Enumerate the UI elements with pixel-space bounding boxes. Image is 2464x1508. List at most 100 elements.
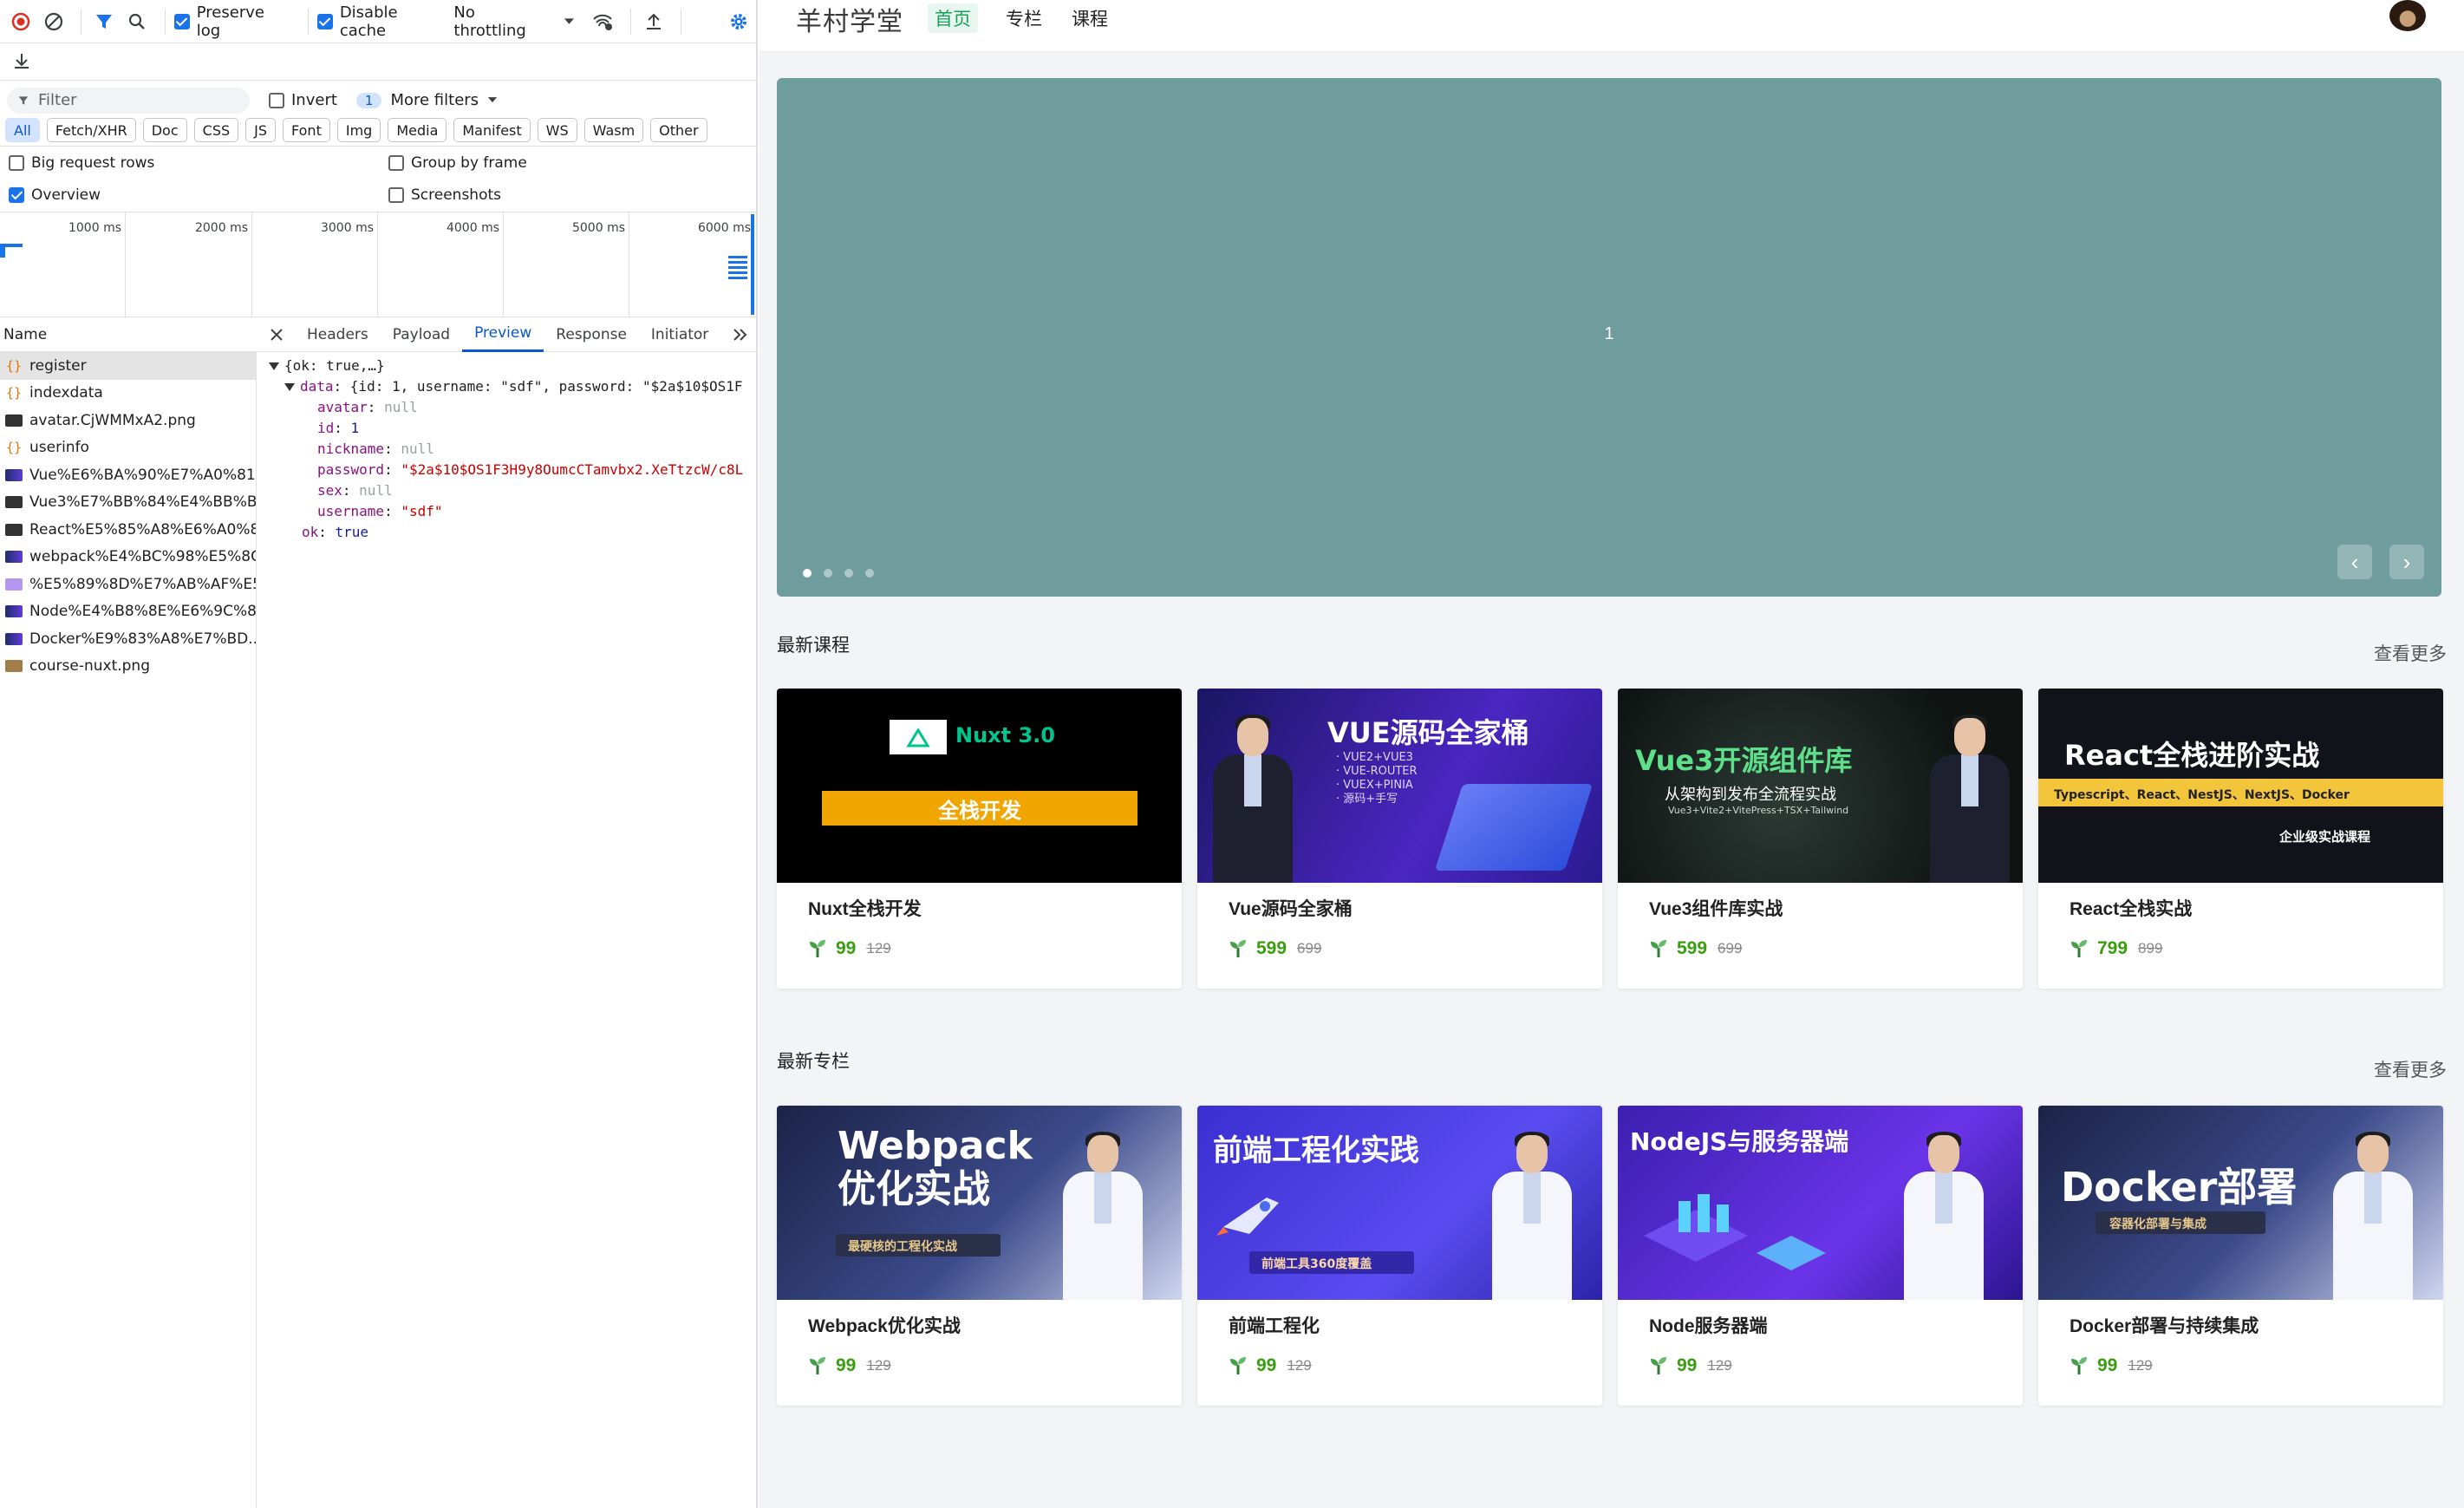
screenshots-checkbox[interactable]: Screenshots [388,186,501,204]
course-card[interactable]: React全栈进阶实战 Typescript、React、NestJS、Next… [2038,689,2443,989]
price-row: 99 129 [1649,1355,1732,1376]
network-toolbar: Preserve log Disable cache No throttling [0,0,758,43]
rocket-icon [1215,1189,1289,1237]
price-row: 99 129 [808,938,891,959]
sprout-icon [810,1357,825,1374]
user-avatar[interactable] [2389,0,2426,31]
request-row[interactable]: {} register [0,352,256,380]
filter-placeholder: Filter [38,91,77,109]
export-har-icon[interactable] [7,46,36,75]
carousel-next-button[interactable]: › [2389,545,2424,579]
request-row[interactable]: avatar.CjWMMxA2.png [0,407,256,434]
clear-icon[interactable] [40,7,68,36]
nav-courses[interactable]: 课程 [1065,3,1115,33]
disable-cache-checkbox[interactable]: Disable cache [316,3,440,40]
request-row[interactable]: Vue3%E7%BB%84%E4%BB%B... [0,489,256,517]
timeline-bar [0,247,5,258]
checkbox-unchecked-icon [269,92,284,108]
column-cover-image: Webpack 优化实战 最硬核的工程化实战 [777,1106,1182,1300]
preview-root[interactable]: {ok: true,…} [260,356,758,376]
type-filter-css[interactable]: CSS [193,118,239,142]
course-card[interactable]: VUE源码全家桶 · VUE2+VUE3 · VUE-ROUTER · VUEX… [1197,689,1602,989]
sprout-icon [810,940,825,957]
name-column-header[interactable]: Name [3,326,47,343]
checkbox-unchecked-icon [9,154,24,171]
request-row[interactable]: webpack%E4%BC%98%E5%8C... [0,544,256,571]
type-filter-js[interactable]: JS [245,118,276,142]
tab-initiator[interactable]: Initiator [639,317,720,352]
tab-preview[interactable]: Preview [462,317,544,352]
request-row[interactable]: {} indexdata [0,380,256,408]
site-logo[interactable]: 羊村学堂 [796,0,903,38]
carousel-dot[interactable] [824,569,832,578]
column-card[interactable]: NodeJS与服务器端 Node服务器端 99 129 [1618,1106,2023,1406]
group-by-frame-checkbox[interactable]: Group by frame [388,154,527,172]
type-filter-font[interactable]: Font [283,118,330,142]
carousel-dot[interactable] [865,569,874,578]
tab-response[interactable]: Response [544,317,639,352]
settings-gear-icon[interactable] [725,7,753,36]
request-row[interactable]: Vue%E6%BA%90%E7%A0%81... [0,461,256,489]
type-filter-fetch-xhr[interactable]: Fetch/XHR [46,118,136,142]
preview-field: nickname: null [317,441,434,457]
cover-banner: 全栈开发 [822,791,1137,826]
type-filter-media[interactable]: Media [388,118,447,142]
nav-columns[interactable]: 专栏 [999,3,1049,33]
instructor-illustration [1930,715,2010,883]
request-row[interactable]: {} userinfo [0,434,256,462]
carousel-prev-button[interactable]: ‹ [2337,545,2372,579]
more-tabs-chevron-icon[interactable] [720,317,760,352]
import-har-icon[interactable] [640,7,668,36]
invert-checkbox[interactable]: Invert [269,91,337,109]
column-card[interactable]: 前端工程化实践 前端工具360度覆盖 前端工程化 99 129 [1197,1106,1602,1406]
preview-data-node[interactable]: data: {id: 1, username: "sdf", password:… [260,376,758,397]
type-filter-wasm[interactable]: Wasm [583,118,644,142]
nav-home[interactable]: 首页 [928,3,978,33]
sprout-icon [2071,940,2087,957]
column-card[interactable]: Docker部署 容器化部署与集成 Docker部署与持续集成 99 129 [2038,1106,2443,1406]
overview-timeline[interactable]: 1000 ms 2000 ms 3000 ms 4000 ms 5000 ms … [0,212,758,317]
preserve-log-checkbox[interactable]: Preserve log [173,3,285,40]
request-row[interactable]: React%E5%85%A8%E6%A0%8... [0,516,256,544]
options-row-2: Overview Screenshots [0,179,758,212]
columns-view-more-link[interactable]: 查看更多 [2374,1056,2447,1082]
timeline-tick: 4000 ms [377,212,503,317]
type-filter-img[interactable]: Img [336,118,381,142]
type-filter-other[interactable]: Other [650,118,707,142]
request-row[interactable]: Node%E4%B8%8E%E6%9C%8... [0,598,256,626]
carousel-slide-label: 1 [1604,324,1614,343]
tab-payload[interactable]: Payload [381,317,462,352]
request-row[interactable]: %E5%89%8D%E7%AB%AF%E5... [0,571,256,598]
carousel[interactable]: 1 ‹ › [777,78,2441,597]
image-icon [5,632,23,645]
courses-view-more-link[interactable]: 查看更多 [2374,640,2447,666]
course-card[interactable]: Vue3开源组件库 从架构到发布全流程实战 Vue3+Vite2+VitePre… [1618,689,2023,989]
type-filter-all[interactable]: All [5,118,40,142]
type-filter-ws[interactable]: WS [537,118,577,142]
request-row[interactable]: course-nuxt.png [0,653,256,681]
network-conditions-icon[interactable] [589,7,616,36]
carousel-dot[interactable] [803,569,812,578]
type-filter-doc[interactable]: Doc [142,118,187,142]
filter-input[interactable]: Filter [7,87,250,114]
filter-icon[interactable] [90,7,118,36]
column-title: Docker部署与持续集成 [2070,1316,2259,1336]
column-card[interactable]: Webpack 优化实战 最硬核的工程化实战 Webpack优化实战 99 12… [777,1106,1182,1406]
search-icon[interactable] [123,7,151,36]
big-request-rows-checkbox[interactable]: Big request rows [9,154,154,172]
current-price: 799 [2097,938,2128,958]
timeline-range-handle[interactable] [751,214,754,315]
more-filters-dropdown[interactable]: 1 More filters [355,91,498,109]
course-card[interactable]: Nuxt 3.0 全栈开发 Nuxt全栈开发 99 129 [777,689,1182,989]
type-filter-manifest[interactable]: Manifest [453,118,531,142]
timeline-tick: 5000 ms [503,212,629,317]
carousel-dot[interactable] [844,569,853,578]
tab-headers[interactable]: Headers [295,317,381,352]
overview-checkbox[interactable]: Overview [9,186,101,204]
image-icon [5,605,23,618]
section-title-courses: 最新课程 [777,636,850,656]
close-detail-icon[interactable] [258,317,295,352]
request-row[interactable]: Docker%E9%83%A8%E7%BD... [0,625,256,653]
record-icon[interactable] [7,7,35,36]
throttling-select[interactable]: No throttling [453,3,575,40]
